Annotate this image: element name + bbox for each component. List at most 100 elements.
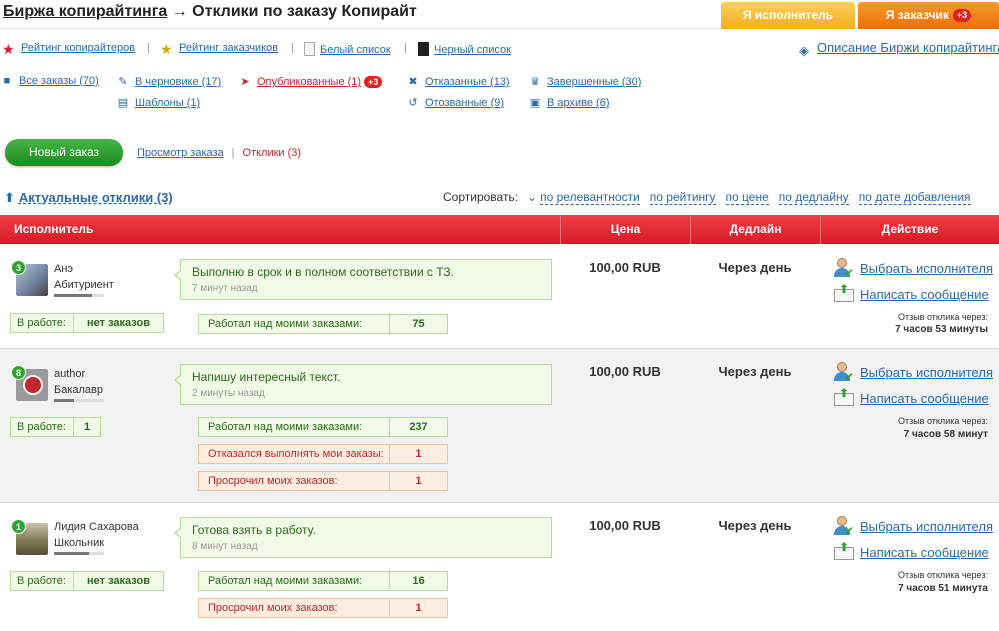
- sort-date-added[interactable]: по дате добавления: [858, 190, 971, 205]
- write-message-action[interactable]: ⬆ Написать сообщение: [834, 282, 989, 304]
- envelope-icon: ⬆: [834, 386, 854, 408]
- status-all-link[interactable]: Все заказы (70): [19, 75, 99, 87]
- rating-copywriters-link[interactable]: Рейтинг копирайтеров: [21, 42, 135, 54]
- stat-label: Работал над моими заказами:: [199, 315, 390, 333]
- choose-executor-action[interactable]: ✔ Выбрать исполнителя: [834, 362, 993, 383]
- stat-value: 1: [415, 448, 422, 460]
- status-completed-item[interactable]: ♛ Завершенные (30): [528, 75, 641, 88]
- status-templates-item[interactable]: ▤ Шаблоны (1): [116, 96, 200, 109]
- rating-customers-link[interactable]: Рейтинг заказчиков: [179, 42, 278, 54]
- breadcrumb-root-link[interactable]: Биржа копирайтинга: [3, 3, 167, 20]
- exchange-description-link[interactable]: Описание Биржи копирайтинга: [817, 40, 999, 55]
- avatar-emblem-icon: [23, 375, 43, 395]
- status-recalled-link[interactable]: Отозванные (9): [425, 97, 504, 109]
- stat-value: 1: [415, 475, 422, 487]
- user-rank: Школьник: [54, 537, 105, 549]
- level-badge: 3: [11, 260, 26, 275]
- status-draft-item[interactable]: ✎ В черновике (17): [116, 75, 221, 88]
- response-time-ago: 8 минут назад: [192, 541, 258, 552]
- response-message-bubble: Выполню в срок и в полном соответствии с…: [174, 259, 552, 300]
- breadcrumb-arrow: →: [171, 3, 188, 20]
- whitelist-icon: [304, 42, 315, 56]
- review-time: 7 часов 58 минут: [903, 429, 988, 440]
- status-templates-link[interactable]: Шаблоны (1): [135, 97, 200, 109]
- stat-label: Отказался выполнять мои заказы:: [199, 445, 390, 463]
- write-message-link[interactable]: Написать сообщение: [860, 545, 989, 560]
- write-message-action[interactable]: ⬆ Написать сообщение: [834, 386, 989, 408]
- chevron-down-icon: ⌄: [527, 190, 538, 204]
- status-archive-link[interactable]: В архиве (6): [547, 97, 610, 109]
- user-name-link[interactable]: author: [54, 368, 85, 380]
- arrow-up-icon: ⬆: [4, 190, 15, 205]
- rank-progress-bar: [54, 294, 104, 297]
- blacklist-item[interactable]: Черный список: [418, 42, 511, 56]
- stat-worked-on-orders: Работал над моими заказами: 237: [198, 417, 448, 437]
- status-archive-item[interactable]: ▣ В архиве (6): [528, 96, 610, 109]
- choose-executor-link[interactable]: Выбрать исполнителя: [860, 261, 993, 276]
- in-work-value: нет заказов: [87, 317, 150, 329]
- choose-executor-action[interactable]: ✔ Выбрать исполнителя: [834, 258, 993, 279]
- sort-label: Сортировать:: [443, 190, 519, 204]
- exchange-description-item[interactable]: ◈ Описание Биржи копирайтинга: [799, 40, 999, 58]
- status-recalled-item[interactable]: ↺ Отозванные (9): [406, 96, 504, 109]
- status-draft-link[interactable]: В черновике (17): [135, 76, 221, 88]
- sort-relevance[interactable]: по релевантности: [540, 190, 640, 205]
- review-label: Отзыв отклика через:: [897, 416, 988, 426]
- tab-executor-label: Я исполнитель: [742, 8, 834, 22]
- user-name-link[interactable]: Лидия Сахарова: [54, 521, 139, 533]
- response-message: Готова взять в работу.: [192, 523, 316, 537]
- column-header-deadline: Дедлайн: [690, 215, 820, 244]
- page-title: Биржа копирайтинга → Отклики по заказу К…: [3, 3, 417, 21]
- whitelist-item[interactable]: Белый список: [304, 42, 391, 56]
- stat-overdue-orders: Просрочил моих заказов: 1: [198, 598, 448, 618]
- customer-notification-badge: +3: [952, 9, 972, 22]
- status-completed-link[interactable]: Завершенные (30): [547, 76, 641, 88]
- section-toggle[interactable]: ⬆ Актуальные отклики (3): [4, 190, 173, 206]
- user-name-link[interactable]: Анэ: [54, 263, 73, 275]
- review-label: Отзыв отклика через:: [897, 312, 988, 322]
- cross-icon: ✖: [408, 76, 418, 88]
- stat-label: Работал над моими заказами:: [199, 418, 390, 436]
- blacklist-icon: [418, 42, 429, 56]
- response-message-bubble: Напишу интересный текст. 2 минуты назад: [174, 364, 552, 405]
- level-badge: 1: [11, 519, 26, 534]
- status-all-item[interactable]: ■ Все заказы (70): [0, 75, 99, 87]
- write-message-link[interactable]: Написать сообщение: [860, 287, 989, 302]
- table-row: 8 author Бакалавр Напишу интересный текс…: [0, 349, 999, 503]
- sort-rating[interactable]: по рейтингу: [649, 190, 716, 205]
- tab-customer[interactable]: Я заказчик +3: [858, 2, 999, 29]
- in-work-value: нет заказов: [87, 575, 150, 587]
- review-time: 7 часов 51 минута: [898, 583, 988, 594]
- price-value: 100,00 RUB: [589, 260, 661, 275]
- whitelist-link[interactable]: Белый список: [320, 44, 391, 56]
- response-message-bubble: Готова взять в работу. 8 минут назад: [174, 517, 552, 558]
- sort-price[interactable]: по цене: [725, 190, 769, 205]
- status-rejected-link[interactable]: Отказанные (13): [425, 76, 510, 88]
- user-rank: Абитуриент: [54, 279, 114, 291]
- undo-icon: ↺: [408, 97, 418, 109]
- choose-executor-link[interactable]: Выбрать исполнителя: [860, 519, 993, 534]
- tab-executor[interactable]: Я исполнитель: [721, 2, 855, 29]
- top-links-bar: ★ Рейтинг копирайтеров | ★ Рейтинг заказчи…: [0, 40, 999, 60]
- write-message-action[interactable]: ⬆ Написать сообщение: [834, 540, 989, 562]
- stat-value: 1: [415, 602, 422, 614]
- choose-executor-action[interactable]: ✔ Выбрать исполнителя: [834, 516, 993, 537]
- stat-value: 75: [412, 318, 425, 330]
- column-header-action: Действие: [820, 215, 999, 244]
- rating-copywriters-item[interactable]: ★ Рейтинг копирайтеров: [2, 42, 135, 56]
- rating-customers-item[interactable]: ★ Рейтинг заказчиков: [160, 42, 278, 56]
- blacklist-link[interactable]: Черный список: [434, 44, 511, 56]
- view-order-link[interactable]: Просмотр заказа: [137, 147, 224, 159]
- status-published-item[interactable]: ➤ Опубликованные (1) +3: [238, 75, 383, 88]
- stat-label: Просрочил моих заказов:: [199, 599, 390, 617]
- status-rejected-item[interactable]: ✖ Отказанные (13): [406, 75, 510, 88]
- write-message-link[interactable]: Написать сообщение: [860, 391, 989, 406]
- status-published-link[interactable]: Опубликованные (1): [257, 76, 361, 88]
- response-time-ago: 2 минуты назад: [192, 388, 265, 399]
- separator: |: [404, 42, 407, 54]
- choose-executor-link[interactable]: Выбрать исполнителя: [860, 365, 993, 380]
- trophy-icon: ♛: [530, 76, 540, 88]
- sort-deadline[interactable]: по дедлайну: [778, 190, 849, 205]
- new-order-button[interactable]: Новый заказ: [5, 139, 123, 166]
- rank-progress-fill: [54, 552, 89, 555]
